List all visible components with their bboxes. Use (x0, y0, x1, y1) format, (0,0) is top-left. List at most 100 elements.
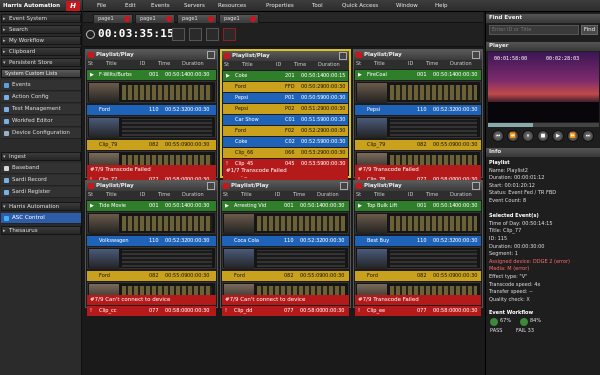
column-header[interactable]: ID (408, 60, 413, 69)
menu-resources[interactable]: Resources (218, 2, 246, 11)
column-header[interactable]: Title (106, 60, 117, 69)
column-header[interactable]: ID (140, 191, 145, 200)
column-header[interactable]: Time (293, 191, 305, 200)
playlist-row[interactable]: Coca Cola 110 00:52:32 00:00:30 (222, 236, 349, 246)
player-scrubber[interactable] (488, 123, 599, 127)
sidebar-button-persistent-store[interactable]: Persistent Store (1, 58, 81, 67)
sidebar-item-sardi-record[interactable]: Sardi Record (1, 175, 81, 186)
find-button[interactable]: Find (581, 25, 598, 35)
column-header[interactable]: Title (374, 191, 385, 200)
edit-icon[interactable] (207, 182, 215, 190)
column-header[interactable]: Time (158, 191, 170, 200)
column-header[interactable]: Time (426, 191, 438, 200)
menu-file[interactable]: File (97, 2, 106, 11)
menu-edit[interactable]: Edit (125, 2, 136, 11)
playlist-row[interactable]: Clip_79 082 00:55:09 00:00:30 (87, 140, 216, 150)
sidebar-button-my-workflow[interactable]: My Workflow (1, 36, 81, 45)
menu-properties[interactable]: Properties (266, 2, 294, 11)
pause-icon[interactable]: ⏸ (522, 130, 534, 142)
playlist-panel[interactable]: Playlist/Play St Title ID Time Duration ▶ Tid… (85, 180, 218, 316)
sidebar-item-events[interactable]: Events (1, 80, 81, 91)
column-header[interactable]: St (223, 191, 228, 200)
playlist-row[interactable]: Clip_79 082 00:55:09 00:00:30 (355, 140, 481, 150)
column-header[interactable]: Time (294, 61, 306, 70)
column-header[interactable]: Duration (450, 60, 472, 69)
playlist-panel[interactable]: Playlist/Play St Title ID Time Duration ▶ Cok… (220, 49, 351, 180)
column-header[interactable]: St (356, 60, 361, 69)
playlist-row[interactable]: Pepsi P02 00:51:29 00:00:30 (223, 104, 348, 114)
column-header[interactable]: ID (140, 60, 145, 69)
playlist-row[interactable]: ▶ Top Bulk Lift 001 00:50:14 00:00:30 (355, 201, 481, 211)
menu-events[interactable]: Events (151, 2, 170, 11)
tab-page3[interactable]: page1 (177, 14, 217, 23)
sidebar-button-search[interactable]: Search (1, 25, 81, 34)
playlist-panel[interactable]: Playlist/Play St Title ID Time Duration ▶ Fir… (353, 49, 483, 185)
playlist-row[interactable]: Ford 082 00:55:09 00:00:30 (222, 271, 349, 281)
column-header[interactable]: ID (408, 191, 413, 200)
playlist-row[interactable]: Coke C02 00:52:59 00:00:30 (223, 137, 348, 147)
playlist-row[interactable]: Car Show C01 00:51:59 00:00:30 (223, 115, 348, 125)
column-header[interactable]: Time (158, 60, 170, 69)
playlist-row[interactable]: ▶ Coke 201 00:50:14 00:00:15 (223, 71, 348, 81)
playlist-row[interactable]: Best Buy 110 00:52:32 00:00:30 (355, 236, 481, 246)
sidebar-item-asc-control[interactable]: ASC Control (1, 213, 81, 224)
sidebar-button-harris-automation[interactable]: Harris Automation (1, 202, 81, 211)
playlist-row[interactable]: Pepsi P01 00:50:59 00:00:30 (223, 93, 348, 103)
layout-view-icon[interactable] (206, 28, 219, 41)
playlist-row[interactable]: Ford 110 00:52:32 00:00:30 (87, 105, 216, 115)
menu-help[interactable]: Help (435, 2, 448, 11)
sidebar-item-test-management[interactable]: Test Management (1, 104, 81, 115)
sidebar-item-workfed-editor[interactable]: Workfed Editor (1, 116, 81, 127)
playlist-row[interactable]: ! Clip_cc 077 00:58:00 00:00:30 (87, 306, 216, 316)
sidebar-item-device-configuration[interactable]: Device Configuration (1, 128, 81, 139)
playlist-row[interactable]: Ford F02 00:52:29 00:00:30 (223, 126, 348, 136)
playlist-panel[interactable]: Playlist/Play St Title ID Time Duration ▶ Top… (353, 180, 483, 316)
sidebar-button-thesaurus[interactable]: Thesaurus (1, 226, 81, 235)
edit-icon[interactable] (472, 182, 480, 190)
fast-forward-icon[interactable]: ⏩ (567, 130, 579, 142)
sidebar-item-action-config[interactable]: Action Config (1, 92, 81, 103)
skip-back-icon[interactable]: ⏮ (492, 130, 504, 142)
column-header[interactable]: Title (106, 191, 117, 200)
menu-window[interactable]: Window (396, 2, 418, 11)
tab-page4[interactable]: page1 (219, 14, 259, 23)
column-header[interactable]: Duration (318, 61, 340, 70)
column-header[interactable]: Duration (182, 60, 204, 69)
sidebar-button-event-system[interactable]: Event System (1, 14, 81, 23)
skip-forward-icon[interactable]: ⏭ (582, 130, 594, 142)
column-header[interactable]: Time (426, 60, 438, 69)
play-icon[interactable]: ▶ (552, 130, 564, 142)
close-tab-icon[interactable] (124, 16, 130, 22)
column-header[interactable]: St (88, 60, 93, 69)
grid-view-icon[interactable] (172, 28, 185, 41)
column-header[interactable]: Title (241, 191, 252, 200)
playlist-row[interactable]: ▶ Tide Movie 001 00:50:14 00:00:30 (87, 201, 216, 211)
sidebar-item-sardi-register[interactable]: Sardi Register (1, 187, 81, 198)
playlist-row[interactable]: Ford FFD 00:50:29 00:00:30 (223, 82, 348, 92)
column-header[interactable]: Title (242, 61, 253, 70)
column-header[interactable]: St (356, 191, 361, 200)
sidebar-item-baseband[interactable]: Baseband (1, 163, 81, 174)
playlist-row[interactable]: Ford 082 00:55:09 00:00:30 (355, 271, 481, 281)
column-header[interactable]: Duration (450, 191, 472, 200)
column-header[interactable]: Duration (182, 191, 204, 200)
playlist-row[interactable]: ! Clip_ee 077 00:58:00 00:00:30 (355, 306, 481, 316)
close-tab-icon[interactable] (166, 16, 172, 22)
menu-quick-access[interactable]: Quick Access (342, 2, 378, 11)
menu-servers[interactable]: Servers (184, 2, 205, 11)
column-header[interactable]: St (224, 61, 229, 70)
edit-icon[interactable] (339, 52, 347, 60)
column-header[interactable]: ID (275, 191, 280, 200)
close-tab-icon[interactable] (208, 16, 214, 22)
close-tab-icon[interactable] (250, 16, 256, 22)
column-header[interactable]: Title (374, 60, 385, 69)
column-header[interactable]: Duration (317, 191, 339, 200)
column-header[interactable]: St (88, 191, 93, 200)
playlist-row[interactable]: Clip_66 066 00:53:29 00:00:30 (223, 148, 348, 158)
playlist-panel[interactable]: Playlist/Play St Title ID Time Duration ▶ F-W… (85, 49, 218, 185)
tab-page1[interactable]: page1 (93, 14, 133, 23)
edit-icon[interactable] (472, 51, 480, 59)
playlist-row[interactable]: ▶ Arresting Vid 001 00:50:14 00:00:30 (222, 201, 349, 211)
sidebar-button-clipboard[interactable]: Clipboard (1, 47, 81, 56)
playlist-row[interactable]: ▶ FireCoal 001 00:50:14 00:00:30 (355, 70, 481, 80)
